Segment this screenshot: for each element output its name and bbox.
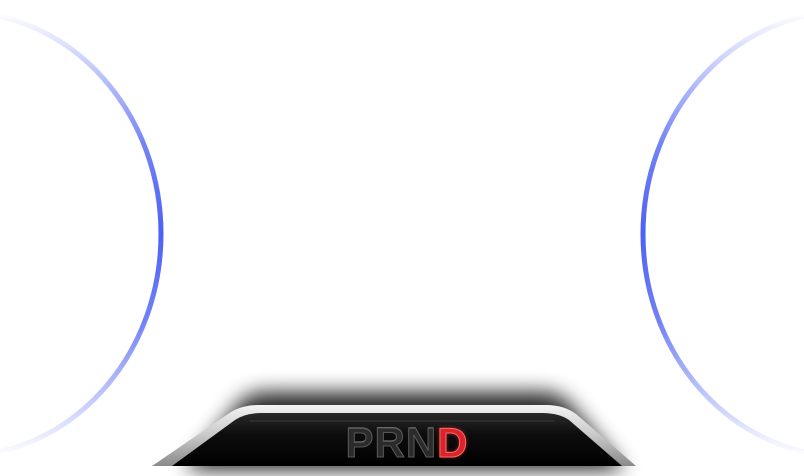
dashboard-screen: P R N D xyxy=(0,0,804,476)
gear-r: R xyxy=(374,419,406,466)
gear-p: P xyxy=(345,419,375,466)
dashboard-graphics xyxy=(0,13,804,470)
left-gauge-ring xyxy=(0,13,164,455)
gear-selector: P R N D xyxy=(322,418,492,468)
right-gauge-ring xyxy=(640,13,804,455)
gear-d: D xyxy=(437,419,469,466)
gear-n: N xyxy=(405,419,438,466)
